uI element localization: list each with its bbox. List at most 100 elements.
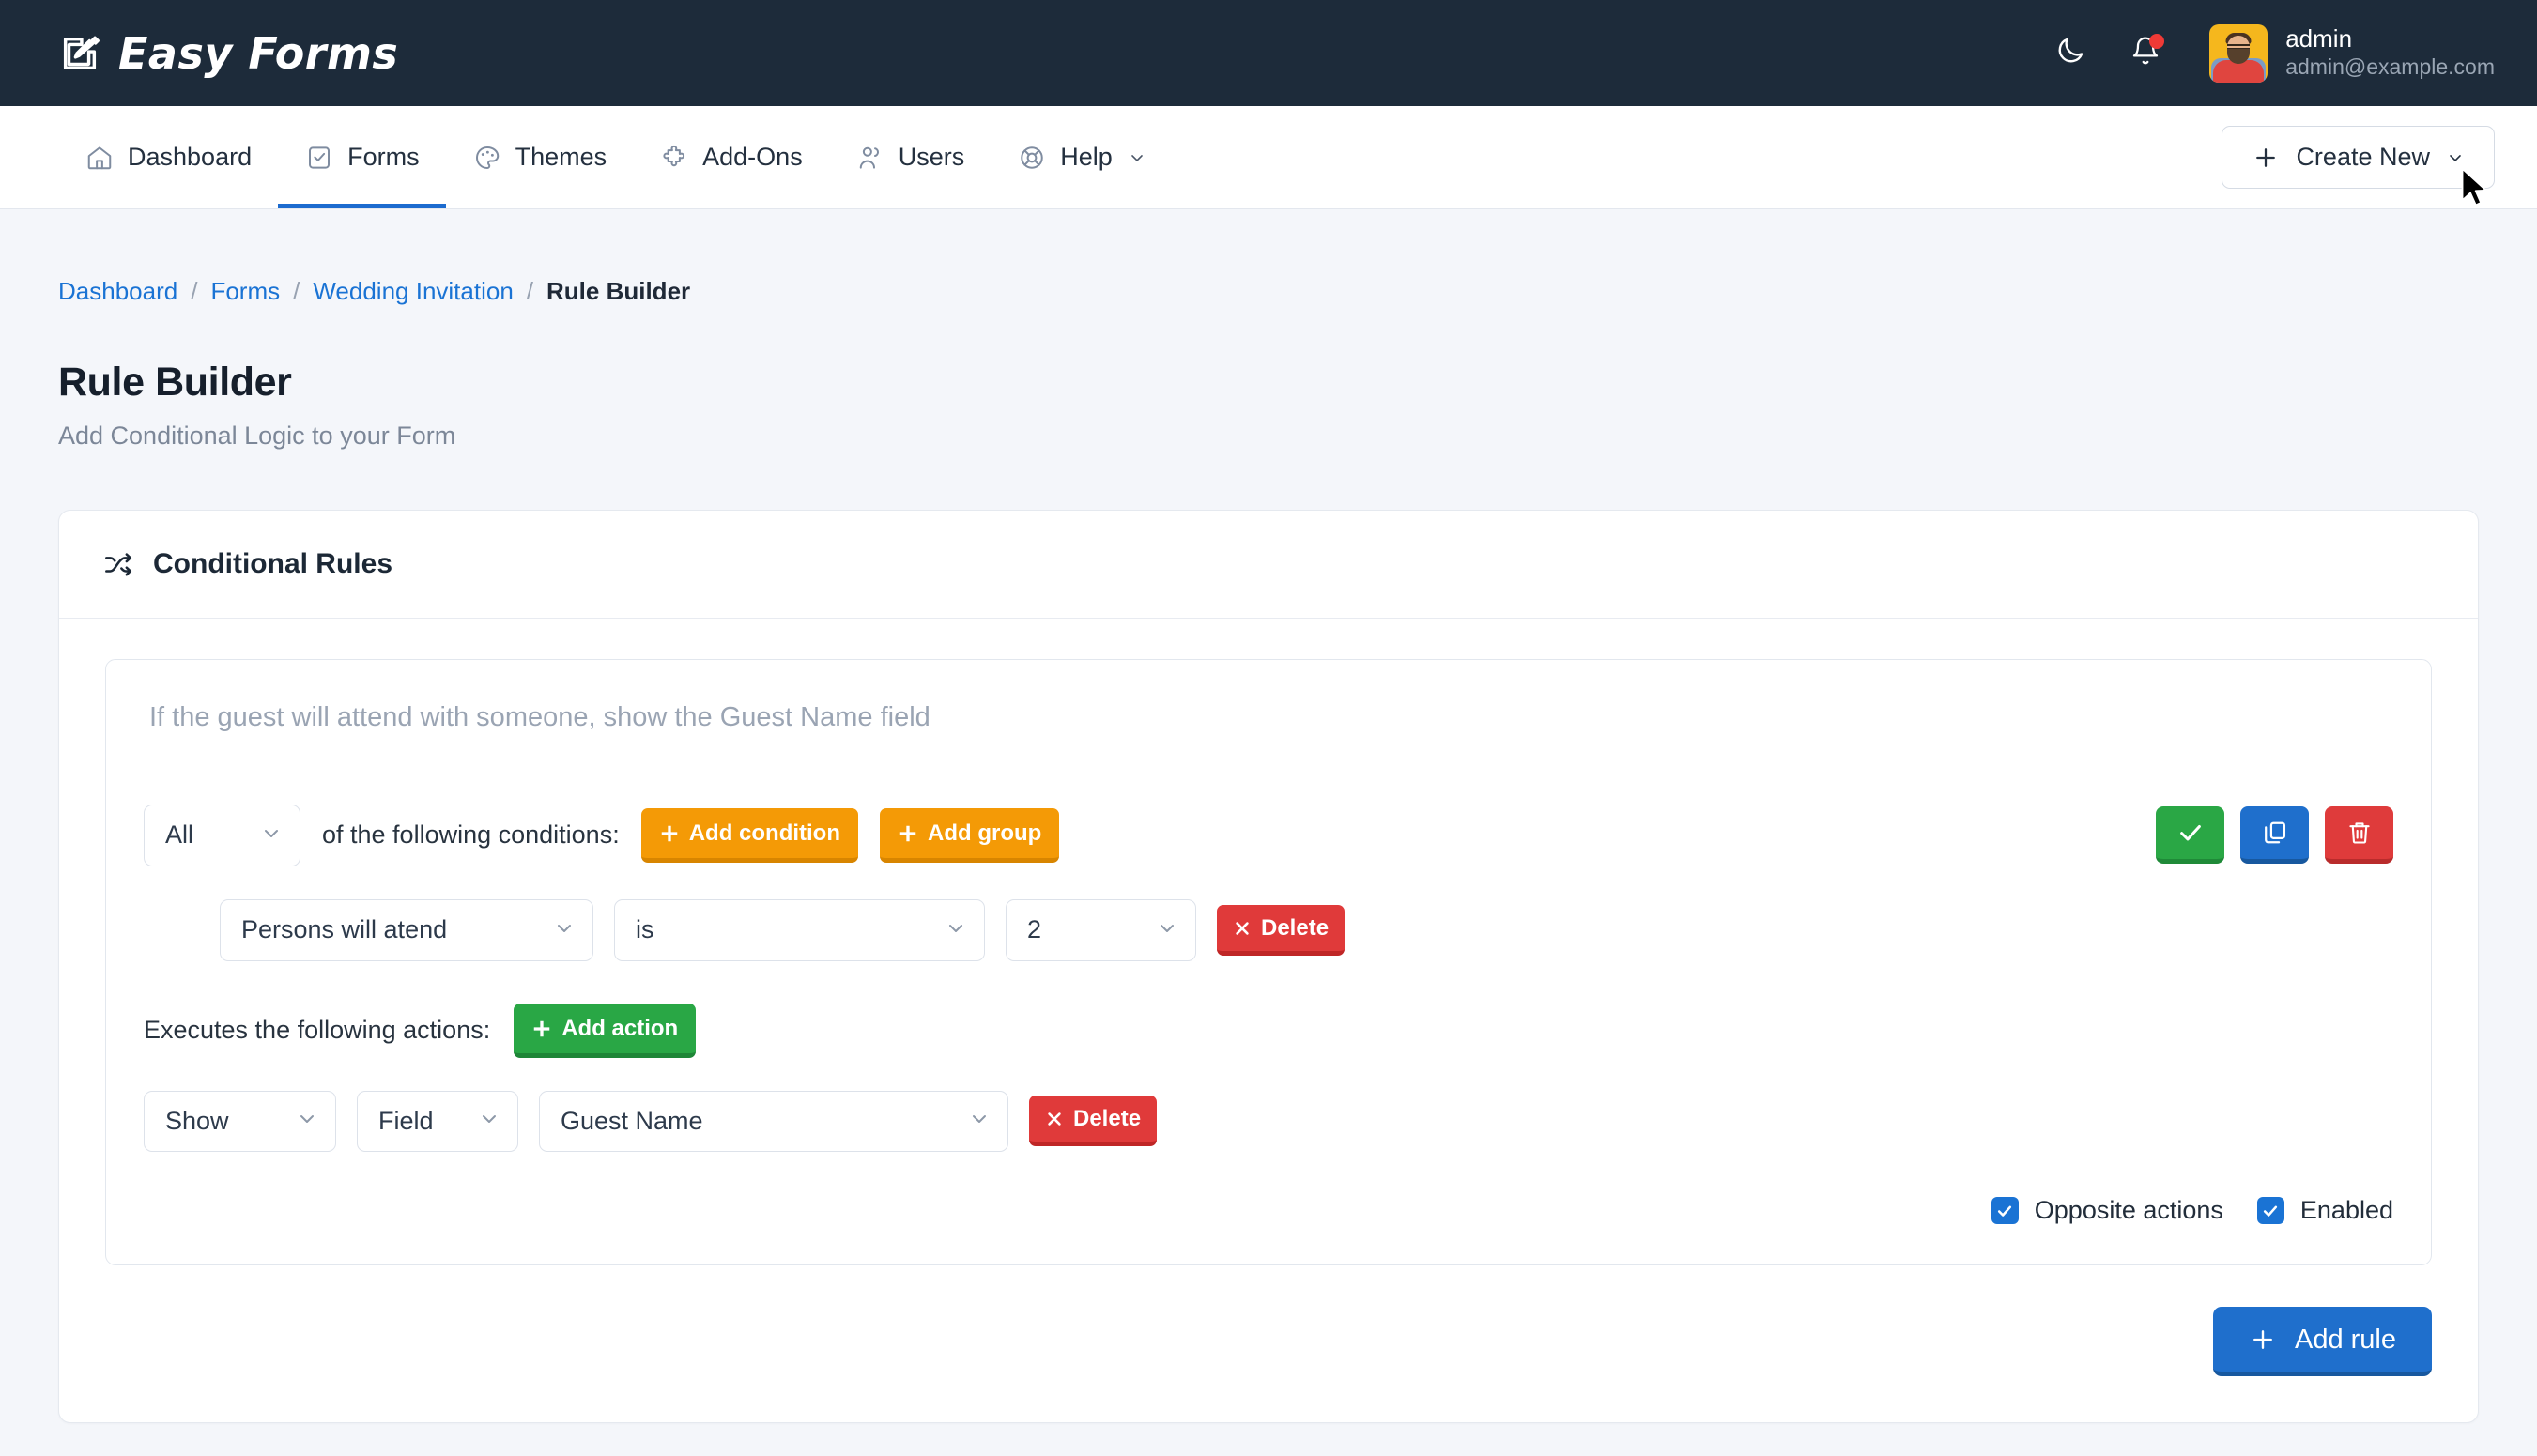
condition-field-select-wrap: Persons will atend <box>220 898 593 961</box>
plus-icon <box>2249 1326 2277 1354</box>
action-target-select-wrap: Field <box>357 1090 518 1153</box>
add-condition-label: Add condition <box>688 820 840 846</box>
palette-icon <box>472 143 502 173</box>
delete-condition-button[interactable]: Delete <box>1217 904 1345 956</box>
dark-mode-toggle[interactable] <box>2050 33 2091 74</box>
nav-label-users: Users <box>898 143 965 171</box>
avatar <box>2209 23 2268 83</box>
plus-icon <box>659 823 680 844</box>
nav-label-themes: Themes <box>515 143 607 171</box>
actions-label: Executes the following actions: <box>144 1016 491 1044</box>
breadcrumb-item-forms[interactable]: Forms <box>210 277 280 306</box>
condition-field-select[interactable]: Persons will atend <box>220 898 593 961</box>
nav-item-help[interactable]: Help <box>991 106 1173 208</box>
opposite-actions-checkbox[interactable]: Opposite actions <box>1991 1196 2223 1225</box>
enabled-checkbox[interactable]: Enabled <box>2256 1196 2393 1225</box>
nav-item-users[interactable]: Users <box>829 106 992 208</box>
delete-action-button[interactable]: Delete <box>1029 1096 1158 1147</box>
user-menu[interactable]: admin admin@example.com <box>2209 23 2495 83</box>
add-action-button[interactable]: Add action <box>514 1003 697 1058</box>
nav-item-forms[interactable]: Forms <box>278 106 446 208</box>
nav-label-addons: Add-Ons <box>702 143 803 171</box>
opposite-actions-label: Opposite actions <box>2034 1196 2223 1225</box>
rule-name-input[interactable] <box>144 695 2393 759</box>
nav-item-themes[interactable]: Themes <box>446 106 634 208</box>
rule-action-buttons <box>2156 806 2393 865</box>
add-rule-label: Add rule <box>2294 1324 2396 1355</box>
top-bar: Easy Forms admin admin@example.com <box>0 0 2537 106</box>
condition-operator-select-wrap: is <box>614 898 985 961</box>
users-icon <box>855 143 885 173</box>
rule-item: All of the following conditions: Add con… <box>105 659 2432 1266</box>
home-icon <box>85 143 115 173</box>
rule-footer: Opposite actions Enabled <box>144 1196 2393 1225</box>
add-rule-button[interactable]: Add rule <box>2212 1307 2432 1377</box>
plus-icon <box>2252 144 2280 172</box>
puzzle-icon <box>659 143 689 173</box>
action-field-select[interactable]: Guest Name <box>539 1090 1008 1153</box>
action-target-select[interactable]: Field <box>357 1090 518 1153</box>
breadcrumb-separator: / <box>191 277 198 305</box>
breadcrumb: Dashboard / Forms / Wedding Invitation /… <box>58 209 2479 306</box>
condition-value-select[interactable]: 2 <box>1006 898 1196 961</box>
card-title: Conditional Rules <box>153 548 392 579</box>
match-type-select-wrap: All <box>144 805 300 866</box>
nav-item-dashboard[interactable]: Dashboard <box>58 106 278 208</box>
delete-action-label: Delete <box>1073 1106 1142 1132</box>
condition-value-select-wrap: 2 <box>1006 898 1196 961</box>
action-row: Show Field Guest Name Delete <box>144 1090 2393 1153</box>
user-email: admin@example.com <box>2285 54 2495 79</box>
notification-badge <box>2149 33 2165 49</box>
check-icon <box>2256 1197 2284 1225</box>
delete-rule-button[interactable] <box>2325 806 2393 865</box>
action-field-select-wrap: Guest Name <box>539 1090 1008 1153</box>
match-type-select[interactable]: All <box>144 805 300 866</box>
breadcrumb-separator: / <box>293 277 300 305</box>
page-content: Dashboard / Forms / Wedding Invitation /… <box>0 209 2537 1424</box>
condition-row: Persons will atend is 2 Delete <box>144 898 2393 961</box>
create-new-button[interactable]: Create New <box>2222 126 2495 189</box>
condition-operator-select[interactable]: is <box>614 898 985 961</box>
duplicate-rule-button[interactable] <box>2240 806 2309 865</box>
trash-icon <box>2346 820 2373 846</box>
user-name: admin <box>2285 23 2353 53</box>
plus-icon <box>898 823 918 844</box>
save-rule-button[interactable] <box>2156 806 2224 865</box>
create-new-label: Create New <box>2296 143 2430 171</box>
moon-icon <box>2054 35 2086 71</box>
notifications-button[interactable] <box>2125 33 2166 74</box>
breadcrumb-current: Rule Builder <box>546 277 691 305</box>
conditional-rules-card: Conditional Rules All of the following <box>58 510 2479 1424</box>
close-icon <box>1045 1110 1064 1128</box>
breadcrumb-item-dashboard[interactable]: Dashboard <box>58 277 177 306</box>
card-footer: Add rule <box>105 1307 2432 1377</box>
edit-square-icon <box>58 32 101 75</box>
top-bar-right: admin admin@example.com <box>2050 23 2495 83</box>
nav-label-forms: Forms <box>347 143 420 171</box>
nav-item-addons[interactable]: Add-Ons <box>633 106 829 208</box>
plus-icon <box>531 1019 552 1039</box>
action-type-select[interactable]: Show <box>144 1090 336 1153</box>
card-body: All of the following conditions: Add con… <box>59 619 2478 1422</box>
breadcrumb-item-wedding-invitation[interactable]: Wedding Invitation <box>313 277 513 306</box>
lifebuoy-icon <box>1017 143 1047 173</box>
chevron-down-icon <box>2446 148 2465 167</box>
conditions-header: All of the following conditions: Add con… <box>144 805 2393 866</box>
actions-header: Executes the following actions: Add acti… <box>144 1003 2393 1058</box>
brand-logo[interactable]: Easy Forms <box>58 32 398 75</box>
shuffle-icon <box>103 549 133 579</box>
nav-items: Dashboard Forms Themes Add-Ons Users Hel… <box>58 106 1173 208</box>
page-subtitle: Add Conditional Logic to your Form <box>58 421 456 450</box>
check-icon <box>2176 819 2205 847</box>
check-icon <box>1991 1197 2019 1225</box>
action-type-select-wrap: Show <box>144 1090 336 1153</box>
nav-label-help: Help <box>1060 143 1113 171</box>
chevron-down-icon <box>1128 148 1146 167</box>
copy-icon <box>2262 820 2288 846</box>
card-header: Conditional Rules <box>59 511 2478 619</box>
close-icon <box>1233 919 1252 938</box>
delete-condition-label: Delete <box>1261 914 1330 941</box>
add-group-button[interactable]: Add group <box>880 807 1060 863</box>
add-group-label: Add group <box>928 820 1042 846</box>
add-condition-button[interactable]: Add condition <box>640 807 858 863</box>
